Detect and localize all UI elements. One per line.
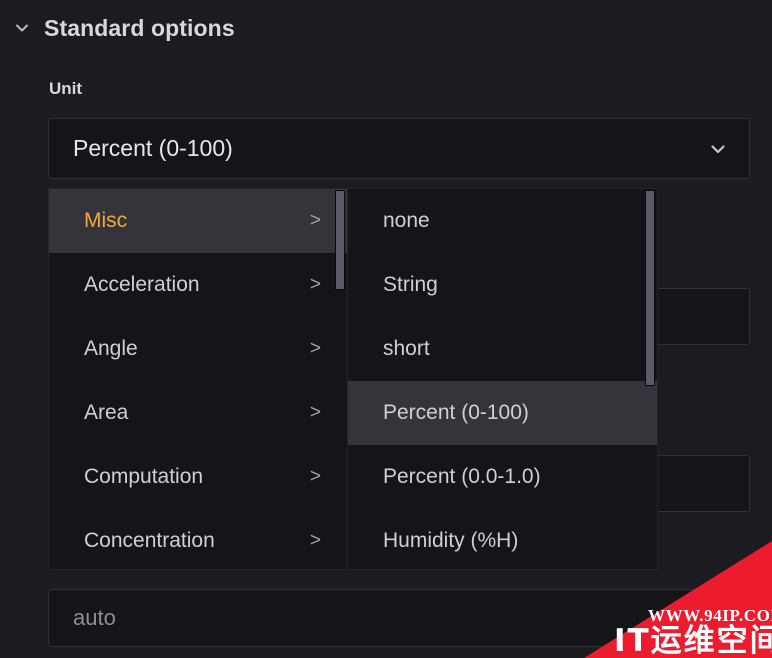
unit-menu-item[interactable]: Percent (0.0-1.0) — [348, 445, 657, 509]
unit-category-menu[interactable]: Misc > Acceleration > Angle > Area > Computation… — [48, 188, 348, 570]
page-title: Standard options — [44, 14, 235, 41]
category-menu-item[interactable]: Misc > — [49, 189, 347, 253]
unit-option-menu[interactable]: none String short Percent (0-100) Percent (0… — [347, 188, 658, 570]
category-menu-item[interactable]: Computation > — [49, 445, 347, 509]
unit-menu-item-label: short — [383, 337, 430, 360]
unit-select[interactable]: Percent (0-100) — [48, 118, 750, 179]
chevron-right-icon: > — [309, 210, 321, 231]
unit-menu-item-label: String — [383, 273, 438, 296]
chevron-right-icon: > — [309, 338, 321, 359]
chevron-down-icon[interactable] — [701, 132, 735, 166]
category-menu-item-label: Concentration — [84, 529, 215, 552]
chevron-down-icon[interactable] — [0, 6, 44, 50]
category-menu-item-label: Acceleration — [84, 273, 200, 296]
category-menu-item-label: Angle — [84, 337, 138, 360]
unit-menu-item-label: none — [383, 209, 430, 232]
unit-menu-item[interactable]: short — [348, 317, 657, 381]
scrollbar-thumb[interactable] — [645, 190, 655, 386]
unit-label: Unit — [49, 79, 83, 98]
unit-menu-item[interactable]: String — [348, 253, 657, 317]
category-menu-item[interactable]: Acceleration > — [49, 253, 347, 317]
chevron-right-icon: > — [309, 466, 321, 487]
category-menu-item[interactable]: Area > — [49, 381, 347, 445]
unit-menu-item[interactable]: Percent (0-100) — [348, 381, 657, 445]
category-menu-item-label: Misc — [84, 209, 128, 232]
category-menu-item-label: Computation — [84, 465, 204, 488]
category-menu-scrollbar[interactable] — [333, 189, 347, 569]
chevron-right-icon: > — [309, 530, 321, 551]
decimals-placeholder: auto — [73, 605, 116, 630]
chevron-right-icon: > — [309, 402, 321, 423]
unit-menu-item-label: Percent (0.0-1.0) — [383, 465, 541, 488]
scrollbar-thumb[interactable] — [335, 190, 345, 290]
category-menu-item[interactable]: Angle > — [49, 317, 347, 381]
chevron-right-icon: > — [309, 274, 321, 295]
unit-menu-item-label: Humidity (%H) — [383, 529, 519, 552]
unit-select-value: Percent (0-100) — [73, 135, 233, 161]
decimals-input[interactable]: auto — [48, 589, 750, 647]
unit-menu-item[interactable]: none — [348, 189, 657, 253]
unit-menu-scrollbar[interactable] — [643, 189, 657, 569]
standard-options-header[interactable]: Standard options — [0, 6, 772, 50]
unit-menu-item-label: Percent (0-100) — [383, 401, 529, 424]
unit-menu-item[interactable]: Humidity (%H) — [348, 509, 657, 569]
category-menu-item[interactable]: Concentration > — [49, 509, 347, 569]
category-menu-item-label: Area — [84, 401, 129, 424]
